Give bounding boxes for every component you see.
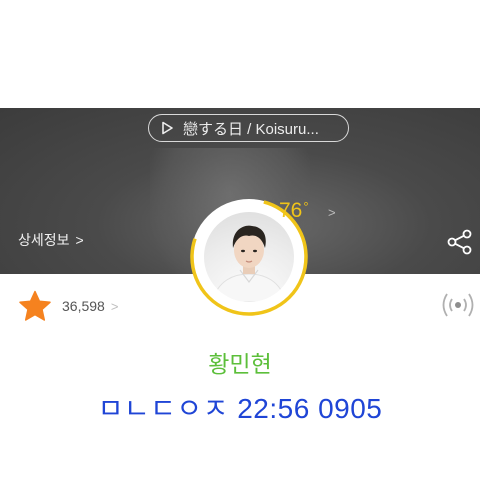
temperature-value[interactable]: 76 °	[279, 199, 309, 223]
share-icon[interactable]	[446, 228, 474, 256]
degree-symbol: °	[303, 199, 309, 214]
live-broadcast-icon[interactable]	[440, 290, 476, 320]
temperature-chevron-icon[interactable]: >	[328, 205, 336, 220]
song-play-button[interactable]: 戀する日 / Koisuru...	[148, 114, 349, 142]
artist-name: 황민현	[208, 351, 272, 377]
like-row[interactable]: 36,598 >	[18, 290, 118, 322]
song-title: 戀する日 / Koisuru...	[183, 120, 319, 138]
play-icon	[159, 120, 175, 136]
detail-info-label: 상세정보	[18, 232, 70, 248]
caption-text: ㅁㄴㄷㅇㅈ 22:56 0905	[97, 393, 383, 424]
like-chevron-icon[interactable]: >	[111, 299, 119, 314]
avatar[interactable]	[204, 212, 294, 302]
chevron-right-icon: >	[75, 232, 84, 248]
star-icon[interactable]	[18, 290, 52, 322]
detail-info-link[interactable]: 상세정보 >	[18, 230, 84, 250]
like-count: 36,598	[62, 298, 105, 314]
temperature-number: 76	[279, 199, 303, 222]
